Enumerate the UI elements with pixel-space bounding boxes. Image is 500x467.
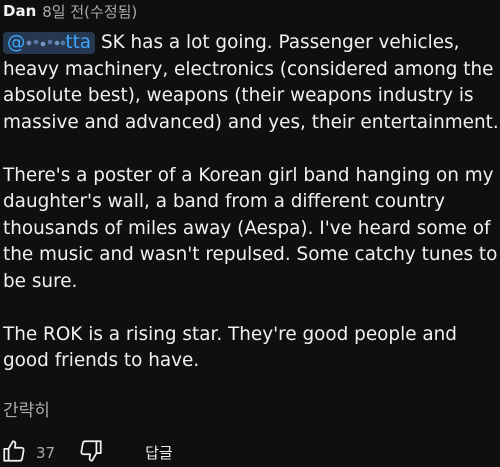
dislike-button[interactable] — [77, 439, 105, 467]
comment-paragraph-3: The ROK is a rising star. They're good p… — [3, 323, 457, 372]
comment-author[interactable]: Dan — [3, 2, 36, 20]
mention-suffix: tta — [65, 32, 92, 53]
thumbs-down-icon — [78, 438, 104, 467]
reply-button[interactable]: 답글 — [145, 442, 173, 463]
comment-actions: 37 답글 — [0, 438, 173, 467]
comment-header: Dan 8일 전(수정됨) — [3, 0, 137, 22]
comment-paragraph-1: @ tta SK has a lot going. Passenger vehic… — [3, 30, 500, 136]
comment-paragraph-2: There's a poster of a Korean girl band h… — [3, 164, 498, 292]
mention-prefix: @ — [7, 32, 26, 53]
blurred-username — [25, 37, 66, 49]
show-less-button[interactable]: 간략히 — [3, 396, 50, 421]
comment-thread: Dan 8일 전(수정됨) @ tta SK has a lot going. P… — [0, 0, 500, 467]
comment-timestamp[interactable]: 8일 전(수정됨) — [42, 1, 137, 22]
like-count: 37 — [36, 443, 56, 462]
comment-body: @ tta SK has a lot going. Passenger vehic… — [3, 30, 500, 375]
like-button[interactable] — [0, 439, 28, 467]
thumbs-up-icon — [1, 438, 27, 467]
user-mention-link[interactable]: @ tta — [3, 32, 96, 54]
